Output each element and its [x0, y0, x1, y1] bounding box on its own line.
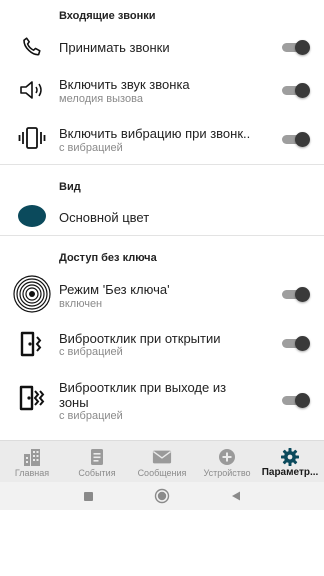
color-swatch[interactable] — [12, 196, 52, 236]
phone-icon — [12, 27, 52, 67]
nav-label-device: Устройство — [203, 468, 251, 478]
setting-keyless-mode-subtitle: включен — [59, 298, 103, 310]
vibro-exit-toggle[interactable] — [282, 393, 310, 408]
setting-accept-calls[interactable]: Принимать звонки — [0, 28, 324, 66]
nav-label-events: События — [78, 468, 116, 478]
setting-main-color-title: Основной цвет — [59, 210, 150, 225]
nav-item-device[interactable]: Устройство — [195, 441, 259, 483]
setting-keyless-mode[interactable]: Режим 'Без ключа' включен — [0, 272, 324, 316]
setting-vibro-open-subtitle: с вибрацией — [59, 346, 123, 358]
setting-vibro-exit-subtitle: с вибрацией — [59, 410, 123, 422]
ringtone-toggle[interactable] — [282, 83, 310, 98]
envelope-icon — [152, 448, 172, 466]
section-divider — [0, 164, 324, 165]
setting-accept-calls-title: Принимать звонки — [59, 40, 170, 55]
nav-label-settings: Параметр... — [261, 467, 319, 478]
setting-vibration-subtitle: с вибрацией — [59, 142, 123, 154]
add-circle-icon — [217, 448, 237, 466]
building-icon — [22, 448, 42, 466]
triangle-back-icon — [232, 491, 240, 501]
setting-vibration[interactable]: Включить вибрацию при звонк.. с вибрацие… — [0, 120, 324, 160]
setting-vibro-exit-title-line1: Виброотклик при выходе из — [59, 380, 227, 395]
setting-keyless-mode-title: Режим 'Без ключа' — [59, 282, 170, 297]
setting-ringtone-subtitle: мелодия вызова — [59, 93, 143, 105]
door-open-vibration-icon — [12, 324, 52, 364]
nav-item-events[interactable]: События — [65, 441, 129, 483]
home-button[interactable] — [154, 488, 170, 504]
door-exit-vibration-icon — [12, 378, 52, 418]
vibration-toggle[interactable] — [282, 132, 310, 147]
section-header-keyless: Доступ без ключа — [59, 252, 157, 264]
setting-ringtone[interactable]: Включить звук звонка мелодия вызова — [0, 72, 324, 112]
nav-label-home: Главная — [14, 468, 50, 478]
nav-item-settings[interactable]: Параметр... — [258, 441, 322, 483]
vibro-open-toggle[interactable] — [282, 336, 310, 351]
gear-icon — [280, 448, 300, 466]
setting-ringtone-title: Включить звук звонка — [59, 77, 190, 92]
section-header-view: Вид — [59, 181, 81, 193]
keyless-mode-toggle[interactable] — [282, 287, 310, 302]
back-button[interactable] — [228, 488, 244, 504]
nav-label-messages: Сообщения — [137, 468, 187, 478]
speaker-icon — [12, 70, 52, 110]
section-header-incoming-calls: Входящие звонки — [59, 10, 156, 22]
keyless-signal-icon — [12, 274, 52, 314]
recents-button[interactable] — [80, 488, 96, 504]
system-navigation-bar — [0, 482, 324, 510]
vibration-icon — [12, 118, 52, 158]
nav-item-messages[interactable]: Сообщения — [130, 441, 194, 483]
setting-vibration-title: Включить вибрацию при звонк.. — [59, 126, 251, 141]
nav-item-home[interactable]: Главная — [0, 441, 64, 483]
document-icon — [87, 448, 107, 466]
bottom-navigation: Главная События Сообщения Устройство Пар… — [0, 440, 324, 482]
accept-calls-toggle[interactable] — [282, 40, 310, 55]
setting-vibro-exit-title-line2: зоны — [59, 395, 89, 410]
setting-vibro-open-title: Виброотклик при открытии — [59, 331, 221, 346]
setting-main-color[interactable]: Основной цвет — [0, 198, 324, 234]
setting-vibro-open[interactable]: Виброотклик при открытии с вибрацией — [0, 324, 324, 364]
setting-vibro-exit[interactable]: Виброотклик при выходе из зоны с вибраци… — [0, 374, 324, 424]
circle-icon — [154, 488, 170, 504]
square-icon — [83, 491, 93, 501]
section-divider — [0, 235, 324, 236]
